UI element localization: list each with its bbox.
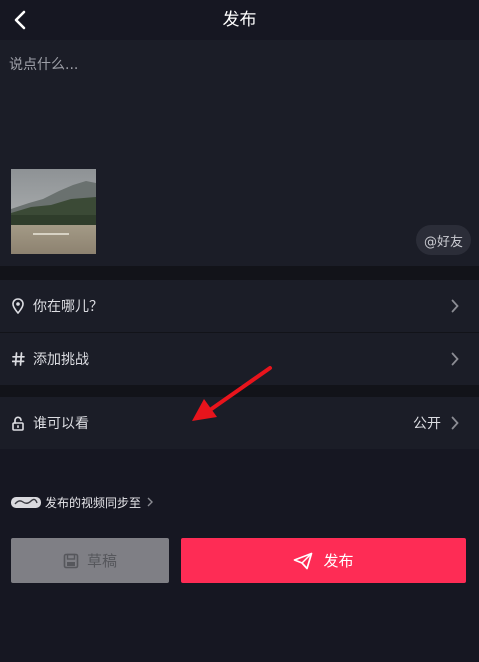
chevron-right-icon	[451, 352, 463, 366]
top-nav-bar: 发布	[0, 0, 479, 40]
sync-label: 发布的视频同步至	[45, 495, 142, 510]
send-icon	[294, 552, 313, 569]
annotation-arrow-icon	[192, 366, 272, 421]
compose-panel: @好友	[0, 40, 479, 266]
unlock-icon	[11, 415, 25, 431]
location-label: 你在哪儿？	[33, 299, 103, 315]
save-draft-button[interactable]: 草稿	[11, 538, 169, 583]
who-can-view-value: 公开	[413, 416, 441, 432]
location-pin-icon	[11, 298, 25, 314]
platform-logo-icon	[11, 496, 41, 508]
chevron-right-icon	[451, 416, 463, 430]
landscape-thumbnail-image	[11, 169, 96, 254]
draft-label: 草稿	[86, 553, 117, 570]
hashtag-icon	[11, 352, 25, 366]
chevron-right-icon	[147, 497, 154, 507]
chevron-right-icon	[451, 299, 463, 313]
section-gap	[0, 266, 479, 280]
draft-save-icon	[63, 553, 79, 568]
location-row[interactable]: 你在哪儿？	[0, 280, 479, 332]
publish-label: 发布	[323, 553, 354, 570]
page-title: 发布	[222, 10, 257, 30]
video-thumbnail[interactable]	[11, 169, 96, 254]
sync-to-row[interactable]: 发布的视频同步至	[11, 492, 154, 512]
caption-input[interactable]	[9, 54, 449, 76]
publish-button[interactable]: 发布	[181, 538, 466, 583]
mention-friends-button[interactable]: @好友	[416, 225, 471, 255]
